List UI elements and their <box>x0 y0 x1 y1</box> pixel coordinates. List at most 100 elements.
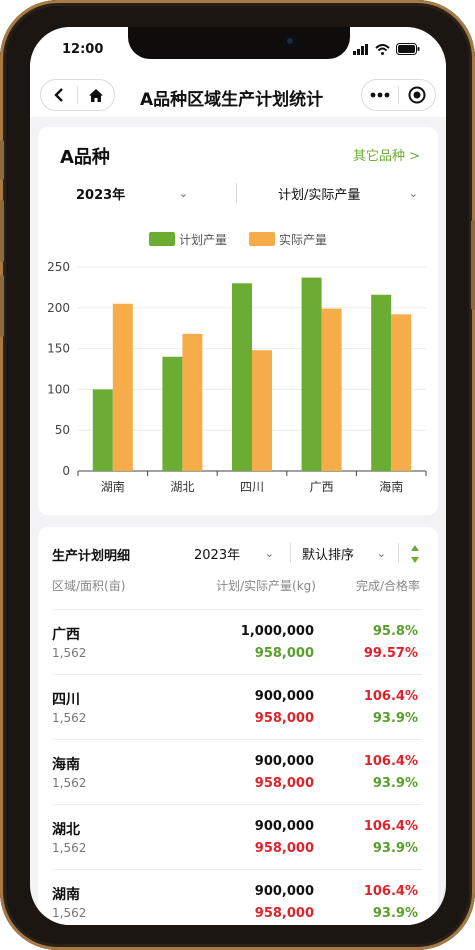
column-header-region: 区域/面积(亩) <box>52 579 126 593</box>
x-tick-label: 湖北 <box>170 479 194 494</box>
pass-rate: 93.9% <box>372 776 418 791</box>
bar-chart: 0 50 100 150 200 250 湖南 湖北 四川 广西 海南 <box>47 260 427 494</box>
detail-year-dropdown[interactable]: 2023年 ⌄ <box>194 539 274 567</box>
y-tick-label: 50 <box>55 423 70 437</box>
metric-dropdown-value: 计划/实际产量 <box>278 187 361 203</box>
table-row[interactable]: 湖北 1,562 900,000 958,000 106.4% 93.9% <box>52 804 422 869</box>
region-name: 广西 <box>52 627 80 643</box>
table-row[interactable]: 湖南 1,562 900,000 958,000 106.4% 93.9% <box>52 869 422 925</box>
completion-rate: 106.4% <box>363 754 418 769</box>
actual-yield: 958,000 <box>254 646 314 661</box>
table-row[interactable]: 海南 1,562 900,000 958,000 106.4% 93.9% <box>52 739 422 804</box>
page-title: A品种区域生产计划统计 <box>140 90 324 110</box>
mini-program-capsule <box>361 79 436 111</box>
completion-rate: 106.4% <box>363 689 418 704</box>
phone-screen: 12:00 A品种区域生产计划统计 A品种 其它品种 > 2023年 ⌄ 计划/… <box>30 27 446 925</box>
legend-item-actual[interactable]: 实际产量 <box>249 231 327 248</box>
legend-label-actual: 实际产量 <box>279 233 328 247</box>
more-dots-icon <box>370 92 390 98</box>
x-tick-label: 四川 <box>240 480 264 494</box>
bar-actual <box>112 303 133 471</box>
x-tick-label: 湖南 <box>101 479 125 494</box>
pass-rate: 93.9% <box>372 906 418 921</box>
pass-rate: 93.9% <box>372 841 418 856</box>
target-close-icon <box>408 86 426 104</box>
sort-order-icon[interactable] <box>410 544 420 564</box>
chevron-down-icon: ⌄ <box>178 186 188 200</box>
detail-divider <box>290 543 291 563</box>
home-button[interactable] <box>78 80 114 110</box>
signal-icon <box>353 43 368 55</box>
mute-switch <box>0 140 4 180</box>
actual-yield: 958,000 <box>254 776 314 791</box>
region-name: 四川 <box>52 692 80 708</box>
more-button[interactable] <box>362 80 398 110</box>
metric-dropdown[interactable]: 计划/实际产量 ⌄ <box>278 179 418 207</box>
sort-dropdown-value: 默认排序 <box>302 547 355 563</box>
wifi-icon <box>375 43 390 55</box>
chevron-down-icon: ⌄ <box>264 546 274 560</box>
bar-plan <box>371 294 392 471</box>
detail-header: 生产计划明细 2023年 ⌄ 默认排序 ⌄ <box>38 539 438 567</box>
pass-rate: 99.57% <box>363 646 418 661</box>
bar-actual <box>252 350 272 471</box>
column-header-rate: 完成/合格率 <box>355 579 420 593</box>
back-button[interactable] <box>41 80 77 110</box>
back-arrow-icon <box>54 88 63 102</box>
battery-icon <box>396 43 420 55</box>
actual-yield: 958,000 <box>254 906 314 921</box>
y-tick-label: 100 <box>47 382 70 396</box>
sort-dropdown[interactable]: 默认排序 ⌄ <box>302 539 386 567</box>
nav-bar: A品种区域生产计划统计 <box>30 73 446 117</box>
bar-plan <box>92 389 113 471</box>
actual-yield: 958,000 <box>254 841 314 856</box>
variety-title: A品种 <box>60 147 110 168</box>
legend-label-plan: 计划产量 <box>178 233 227 247</box>
bar-plan <box>232 283 252 471</box>
completion-rate: 106.4% <box>363 884 418 899</box>
y-tick-label: 250 <box>47 260 70 274</box>
x-tick-label: 海南 <box>379 479 403 494</box>
y-tick-label: 0 <box>62 464 70 478</box>
filter-divider <box>236 183 237 203</box>
close-mini-program-button[interactable] <box>399 80 435 110</box>
detail-title: 生产计划明细 <box>52 549 131 564</box>
legend-item-plan[interactable]: 计划产量 <box>148 231 227 248</box>
region-name: 海南 <box>52 757 80 773</box>
detail-card: 生产计划明细 2023年 ⌄ 默认排序 ⌄ 区域/面积(亩) 计划/实际产量(k… <box>38 527 438 925</box>
region-area: 1,562 <box>52 646 87 660</box>
region-area: 1,562 <box>52 711 87 725</box>
actual-yield: 958,000 <box>254 711 314 726</box>
chart-filter-row: 2023年 ⌄ 计划/实际产量 ⌄ <box>38 179 438 209</box>
notch <box>128 27 350 59</box>
region-name: 湖南 <box>52 887 80 903</box>
bar-actual <box>321 308 342 471</box>
y-tick-label: 150 <box>47 342 70 356</box>
planned-yield: 900,000 <box>254 819 314 834</box>
x-tick-label: 广西 <box>310 480 334 494</box>
completion-rate: 95.8% <box>372 624 418 639</box>
home-icon <box>89 88 103 102</box>
bar-plan <box>301 277 322 471</box>
table-row[interactable]: 四川 1,562 900,000 958,000 106.4% 93.9% <box>52 674 422 739</box>
nav-capsule-left <box>40 79 115 111</box>
table-row[interactable]: 广西 1,562 1,000,000 958,000 95.8% 99.57% <box>52 609 422 674</box>
status-icons <box>353 43 420 55</box>
year-dropdown-value: 2023年 <box>76 187 126 203</box>
status-time: 12:00 <box>62 42 104 57</box>
volume-up-button <box>0 200 4 262</box>
legend-swatch-actual <box>249 232 275 246</box>
y-tick-label: 200 <box>47 301 70 315</box>
chevron-down-icon: ⌄ <box>376 546 386 560</box>
region-area: 1,562 <box>52 841 87 855</box>
pass-rate: 93.9% <box>372 711 418 726</box>
bar-plan <box>162 356 183 471</box>
year-dropdown[interactable]: 2023年 ⌄ <box>76 179 188 207</box>
planned-yield: 1,000,000 <box>240 624 314 639</box>
planned-yield: 900,000 <box>254 689 314 704</box>
region-area: 1,562 <box>52 776 87 790</box>
bar-actual <box>182 333 203 471</box>
power-button <box>471 220 475 310</box>
planned-yield: 900,000 <box>254 754 314 769</box>
other-varieties-link[interactable]: 其它品种 > <box>353 145 420 164</box>
